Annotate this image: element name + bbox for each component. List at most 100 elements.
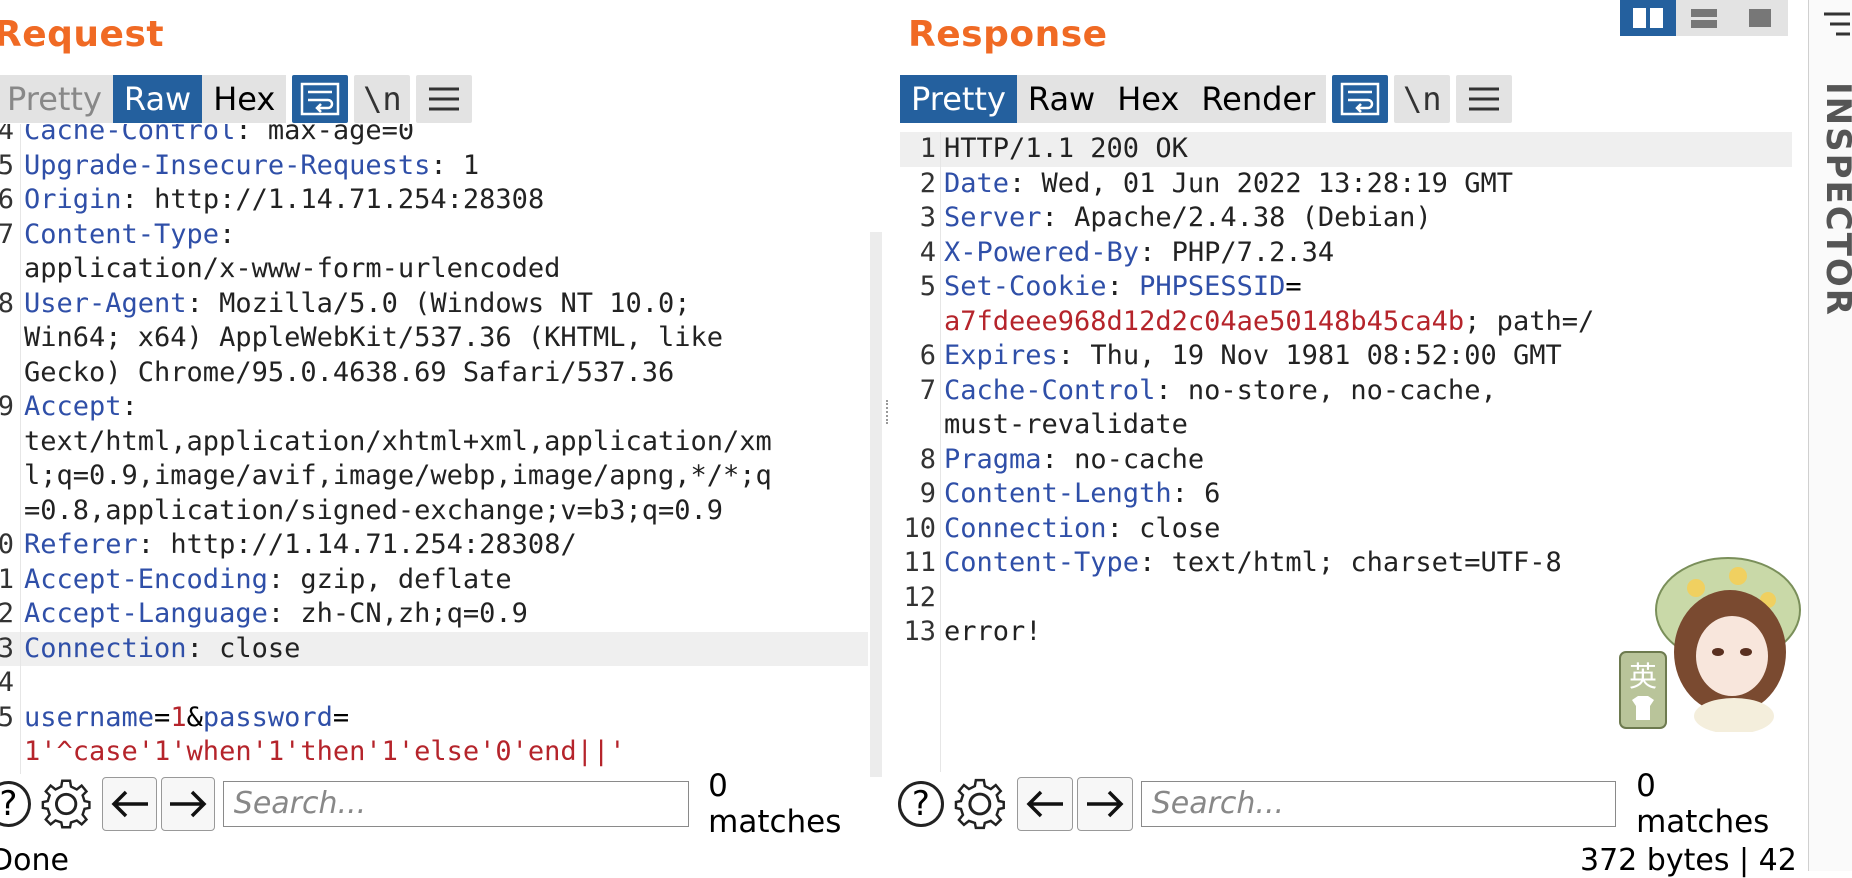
request-line: 9 Accept: (0, 390, 868, 425)
header-value: error! (944, 616, 1042, 647)
mascot-sticker: 英 (1618, 540, 1804, 734)
request-line-text: Accept-Language: zh-CN,zh;q=0.9 (24, 597, 528, 632)
request-line-text: l;q=0.9,image/avif,image/webp,image/apng… (24, 459, 772, 494)
request-tab-pretty[interactable]: Pretty (0, 75, 113, 123)
response-tab-render[interactable]: Render (1190, 75, 1327, 123)
layout-tabs-button[interactable] (1732, 0, 1788, 36)
request-scrollbar[interactable] (870, 232, 882, 777)
response-next-match-button[interactable] (1077, 777, 1133, 831)
request-menu-button[interactable] (416, 75, 473, 123)
response-line-text: Server: Apache/2.4.38 (Debian) (944, 201, 1432, 236)
header-value: PHP/7.2.34 (1155, 236, 1335, 268)
request-prev-match-button[interactable] (102, 777, 157, 831)
response-line-text: must-revalidate (944, 408, 1188, 443)
header-value: http://1.14.71.254:28308/ (154, 529, 577, 560)
header-value: =0.8,application/signed-exchange;v=b3;q=… (24, 494, 723, 526)
header-colon: : (430, 149, 447, 181)
equals: = (332, 701, 350, 733)
request-line-text: Win64; x64) AppleWebKit/537.36 (KHTML, l… (24, 321, 723, 356)
response-show-newlines-button[interactable]: \n (1394, 75, 1451, 123)
request-line: 2 Accept-Language: zh-CN,zh;q=0.9 (0, 597, 868, 632)
header-colon: : (1041, 443, 1058, 475)
request-help-icon[interactable]: ? (0, 781, 31, 827)
request-line: 4 (0, 666, 868, 701)
header-name: Content-Length (944, 478, 1172, 509)
request-search-bar: ? Search... 0 matches (0, 768, 866, 840)
response-line-text: HTTP/1.1 200 OK (944, 132, 1188, 167)
request-search-input[interactable]: Search... (222, 781, 689, 827)
header-colon: : (1139, 547, 1156, 578)
header-colon: : (186, 287, 203, 319)
pane-divider-handle[interactable] (886, 400, 892, 424)
response-tab-raw[interactable]: Raw (1016, 75, 1107, 123)
request-line-number: 5 (0, 149, 14, 181)
header-colon: : (1009, 167, 1026, 199)
response-line-text: X-Powered-By: PHP/7.2.34 (944, 236, 1334, 271)
header-value: Mozilla/5.0 (Windows NT 10.0; (202, 287, 691, 319)
hamburger-menu-icon (1469, 87, 1500, 111)
wrap-lines-icon (301, 82, 340, 116)
response-line-number: 6 (919, 340, 936, 371)
request-line-number: 8 (0, 287, 14, 319)
header-value: HTTP/1.1 200 OK (944, 133, 1188, 164)
response-prev-match-button[interactable] (1017, 777, 1074, 831)
response-line-text: error! (944, 615, 1042, 650)
response-line-number: 11 (903, 547, 936, 578)
request-title: Request (0, 14, 165, 55)
request-tab-hex[interactable]: Hex (202, 75, 287, 123)
header-value: text/html,application/xhtml+xml,applicat… (24, 425, 772, 457)
request-line-text: application/x-www-form-urlencoded (24, 252, 560, 287)
response-wrap-lines-button[interactable] (1332, 75, 1389, 123)
request-line-number: 2 (0, 598, 14, 629)
request-line: text/html,application/xhtml+xml,applicat… (0, 425, 868, 460)
request-tab-raw[interactable]: Raw (112, 75, 203, 123)
response-line-text: Date: Wed, 01 Jun 2022 13:28:19 GMT (944, 167, 1513, 202)
header-colon: : (186, 632, 203, 664)
request-wrap-lines-button[interactable] (292, 75, 349, 123)
request-next-match-button[interactable] (160, 777, 216, 831)
header-colon: : (1106, 271, 1123, 302)
response-line-number: 4 (919, 236, 936, 268)
layout-stacked-button[interactable] (1676, 0, 1732, 36)
response-line-text: Cache-Control: no-store, no-cache, (944, 374, 1497, 409)
request-line-text: Accept: (24, 390, 138, 425)
request-settings-gear-icon[interactable] (39, 776, 93, 832)
response-settings-gear-icon[interactable] (952, 776, 1008, 832)
response-toolbar: Pretty Raw Hex Render \n (900, 75, 1513, 123)
param-name-password: password (202, 701, 333, 733)
header-colon: : (267, 563, 285, 595)
request-line-text: Gecko) Chrome/95.0.4638.69 Safari/537.36 (24, 356, 674, 391)
request-editor[interactable]: 4 Cache-Control: max-age=0 5 Upgrade-Insecu… (0, 124, 870, 774)
header-value: Wed, 01 Jun 2022 13:28:19 GMT (1025, 167, 1513, 199)
response-line: a7fdeee968d12d2c04ae50148b45ca4b; path=/ (900, 305, 1792, 340)
header-value: ; path=/ (1464, 305, 1595, 337)
response-line: 3 Server: Apache/2.4.38 (Debian) (900, 201, 1792, 236)
ampersand: & (186, 701, 203, 733)
request-show-newlines-button[interactable]: \n (354, 75, 411, 123)
inspector-filter-icon[interactable] (1822, 8, 1852, 42)
layout-side-by-side-button[interactable] (1620, 0, 1676, 36)
response-tab-hex[interactable]: Hex (1106, 75, 1191, 123)
request-status: Done (0, 843, 69, 878)
response-help-icon[interactable]: ? (898, 781, 944, 827)
equals: = (1285, 271, 1302, 302)
response-line-number: 2 (919, 167, 936, 199)
response-menu-button[interactable] (1456, 75, 1513, 123)
header-value: max-age=0 (251, 124, 415, 146)
request-line: 6 Origin: http://1.14.71.254:28308 (0, 183, 868, 218)
request-line-text: User-Agent: Mozilla/5.0 (Windows NT 10.0… (24, 287, 691, 322)
header-colon: : (219, 218, 236, 250)
param-name-username: username (24, 701, 155, 733)
response-search-input[interactable]: Search... (1140, 781, 1617, 827)
response-line: 2 Date: Wed, 01 Jun 2022 13:28:19 GMT (900, 167, 1792, 202)
header-name: Upgrade-Insecure-Requests (24, 149, 431, 181)
response-line: 7 Cache-Control: no-store, no-cache, (900, 374, 1792, 409)
request-body-text: username=1&password= (24, 701, 349, 736)
request-view-tabs: Pretty Raw Hex (0, 75, 287, 123)
response-tab-pretty[interactable]: Pretty (900, 75, 1017, 123)
header-colon: : (1106, 512, 1123, 544)
response-line-number: 9 (919, 478, 936, 509)
request-line-number: 5 (0, 701, 14, 733)
response-line: 9 Content-Length: 6 (900, 477, 1792, 512)
header-colon: : (121, 391, 138, 422)
